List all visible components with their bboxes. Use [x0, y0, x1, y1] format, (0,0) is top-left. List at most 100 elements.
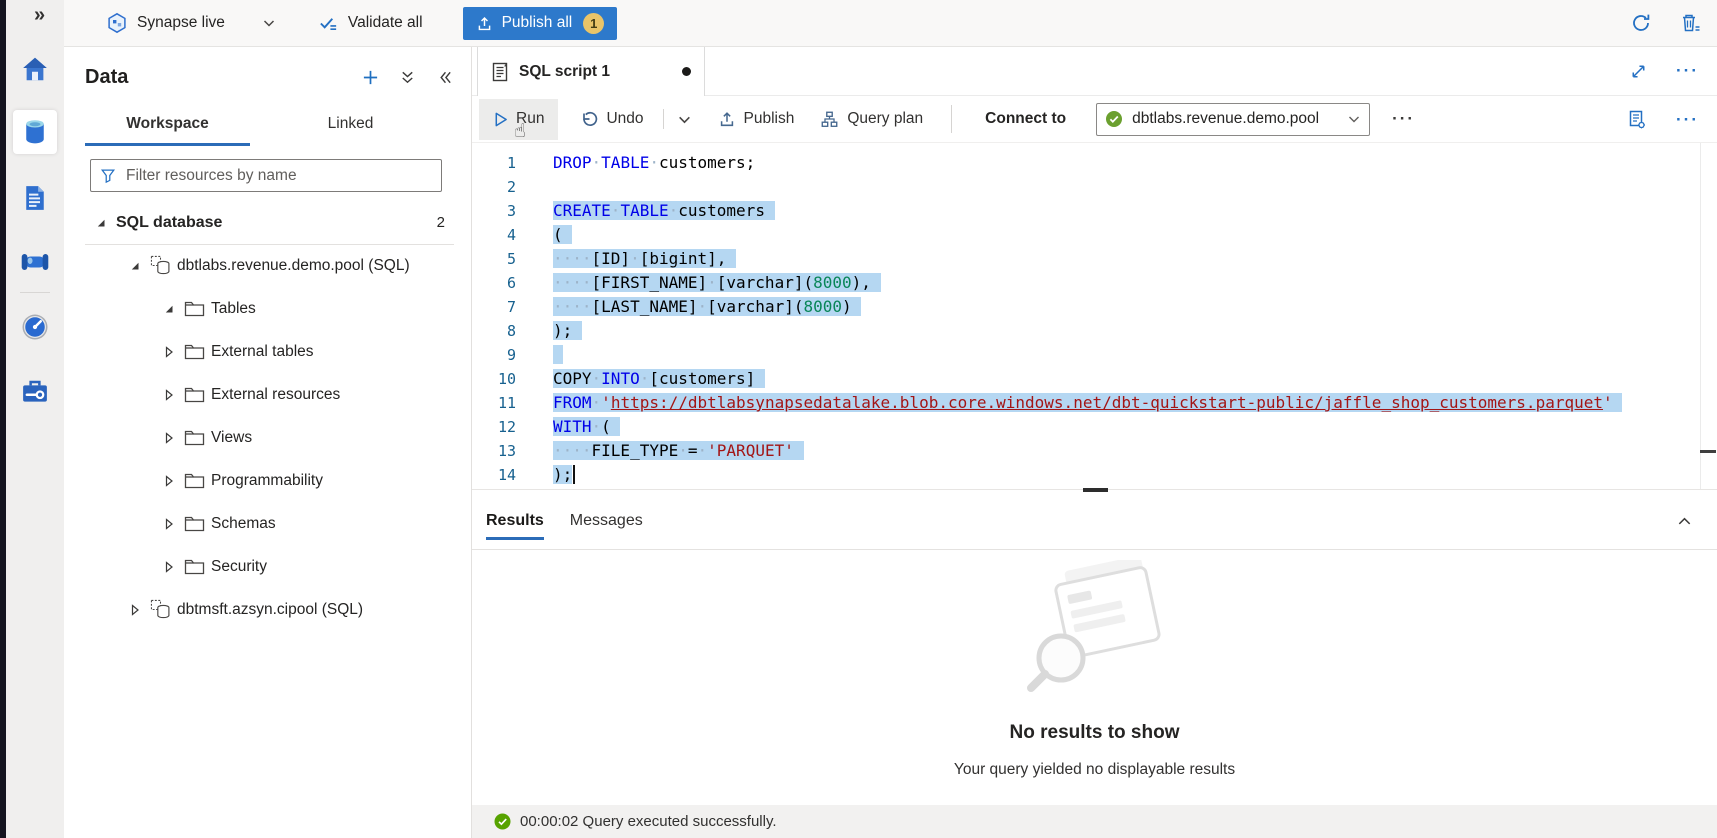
tab-bar-actions: ···: [1629, 46, 1699, 96]
code-line-7[interactable]: 7····[LAST_NAME]·[varchar](8000): [472, 295, 1717, 319]
nav-manage[interactable]: [13, 369, 57, 413]
editor-scrollbar-track[interactable]: [1700, 143, 1701, 489]
line-number: 1: [472, 151, 516, 175]
nav-integrate[interactable]: [13, 240, 57, 284]
tab-workspace[interactable]: Workspace: [85, 105, 250, 146]
refresh-icon[interactable]: [1630, 12, 1652, 34]
tree-item-external-resources[interactable]: External resources: [64, 373, 471, 416]
query-plan-icon: [820, 110, 839, 129]
tree-item-schemas[interactable]: Schemas: [64, 502, 471, 545]
tree-item-tables[interactable]: Tables: [64, 287, 471, 330]
publish-all-label: Publish all: [502, 14, 573, 32]
selection-highlight: ····[FIRST_NAME]·[varchar](8000),: [553, 273, 881, 292]
mode-switcher[interactable]: Synapse live: [106, 12, 276, 34]
query-settings-icon[interactable]: [1626, 109, 1648, 131]
tree-item-views[interactable]: Views: [64, 416, 471, 459]
run-options-chevron[interactable]: [671, 99, 698, 140]
chevron-collapsed-icon[interactable]: [163, 389, 175, 401]
home-icon: [20, 54, 50, 84]
chevron-collapsed-icon[interactable]: [163, 346, 175, 358]
code-line-2[interactable]: 2: [472, 175, 1717, 199]
editor-more-actions-icon[interactable]: ···: [1676, 110, 1699, 130]
tab-messages[interactable]: Messages: [570, 493, 643, 550]
tree-item-security[interactable]: Security: [64, 545, 471, 588]
splitter-handle[interactable]: [1083, 488, 1108, 492]
tree-item-label: Views: [211, 429, 252, 447]
topbar-right-actions: [1630, 12, 1701, 34]
nav-develop[interactable]: [13, 176, 57, 220]
nav-home[interactable]: [13, 47, 57, 91]
code-text: ····[FIRST_NAME]·[varchar](8000),: [553, 271, 881, 295]
code-line-14[interactable]: 14);: [472, 463, 1717, 487]
results-empty-state: No results to show Your query yielded no…: [472, 550, 1717, 805]
publish-all-button[interactable]: Publish all 1: [463, 7, 618, 40]
collapse-results-chevron-icon[interactable]: [1676, 513, 1693, 530]
chevron-collapsed-icon[interactable]: [163, 518, 175, 530]
sql-pool-icon: [150, 255, 171, 276]
code-line-1[interactable]: 1DROP·TABLE·customers;: [472, 151, 1717, 175]
more-actions-icon[interactable]: ···: [1676, 61, 1699, 81]
tree-item-label: dbtlabs.revenue.demo.pool (SQL): [177, 257, 410, 275]
tree-item-dbtmsft-azsyn-cipool-sql[interactable]: dbtmsft.azsyn.cipool (SQL): [64, 588, 471, 631]
tab-results[interactable]: Results: [486, 493, 544, 550]
synapse-live-icon: [106, 12, 128, 34]
resource-filter-input[interactable]: [124, 166, 432, 186]
editor-tab-bar: SQL script 1 ···: [472, 46, 1717, 96]
expand-sidebar-button[interactable]: »: [34, 4, 45, 27]
chevron-expanded-icon[interactable]: [163, 303, 175, 315]
play-icon: [493, 111, 508, 128]
tree-item-label: dbtmsft.azsyn.cipool (SQL): [177, 601, 363, 619]
tree-item-programmability[interactable]: Programmability: [64, 459, 471, 502]
code-line-13[interactable]: 13····FILE_TYPE·=·'PARQUET': [472, 439, 1717, 463]
chevron-collapsed-icon[interactable]: [129, 604, 141, 616]
code-text: );: [553, 463, 575, 487]
pool-name: dbtlabs.revenue.demo.pool: [1132, 110, 1319, 128]
chevron-down-icon: [1347, 112, 1361, 126]
code-line-4[interactable]: 4(: [472, 223, 1717, 247]
tab-linked[interactable]: Linked: [268, 105, 433, 143]
tree-item-dbtlabs-revenue-demo-pool-sql[interactable]: dbtlabs.revenue.demo.pool (SQL): [64, 244, 471, 287]
tree-item-label: Programmability: [211, 472, 323, 490]
discard-all-icon[interactable]: [1680, 12, 1701, 34]
code-line-11[interactable]: 11FROM·'https://dbtlabsynapsedatalake.bl…: [472, 391, 1717, 415]
nav-monitor[interactable]: [13, 305, 57, 349]
tree-item-label: External tables: [211, 343, 314, 361]
tree-item-external-tables[interactable]: External tables: [64, 330, 471, 373]
undo-button[interactable]: Undo: [568, 99, 655, 140]
validate-all-button[interactable]: Validate all: [318, 13, 423, 34]
editor-scrollbar-thumb[interactable]: [1700, 450, 1716, 453]
add-resource-icon[interactable]: [362, 69, 379, 86]
connect-pool-dropdown[interactable]: dbtlabs.revenue.demo.pool: [1096, 103, 1370, 136]
code-line-6[interactable]: 6····[FIRST_NAME]·[varchar](8000),: [472, 271, 1717, 295]
code-line-12[interactable]: 12WITH·(: [472, 415, 1717, 439]
code-text: ····[ID]·[bigint],: [553, 247, 736, 271]
document-icon: [21, 183, 49, 213]
publish-button[interactable]: Publish: [706, 99, 807, 140]
chevron-expanded-icon[interactable]: [95, 217, 107, 229]
double-chevron-down-icon[interactable]: [399, 69, 416, 86]
code-line-9[interactable]: 9: [472, 343, 1717, 367]
code-line-3[interactable]: 3CREATE·TABLE·customers: [472, 199, 1717, 223]
toolbar-overflow-icon[interactable]: ···: [1392, 109, 1415, 129]
chevron-collapsed-icon[interactable]: [163, 561, 175, 573]
tab-sql-script-1[interactable]: SQL script 1: [477, 46, 705, 96]
undo-icon: [580, 110, 598, 128]
line-number: 12: [472, 415, 516, 439]
chevron-expanded-icon[interactable]: [129, 260, 141, 272]
query-plan-button[interactable]: Query plan: [808, 99, 935, 140]
resource-filter-box: [90, 159, 442, 192]
expand-editor-icon[interactable]: [1629, 62, 1648, 81]
chevron-collapsed-icon[interactable]: [163, 432, 175, 444]
code-line-8[interactable]: 8);: [472, 319, 1717, 343]
code-line-10[interactable]: 10COPY·INTO·[customers]: [472, 367, 1717, 391]
tree-item-sql-database[interactable]: SQL database2: [64, 201, 471, 244]
code-line-5[interactable]: 5····[ID]·[bigint],: [472, 247, 1717, 271]
code-editor[interactable]: 1DROP·TABLE·customers;23CREATE·TABLE·cus…: [472, 143, 1717, 489]
code-text: );: [553, 319, 582, 343]
collapse-panel-icon[interactable]: [436, 69, 453, 86]
code-text: [553, 343, 563, 367]
chevron-collapsed-icon[interactable]: [163, 475, 175, 487]
nav-data[interactable]: [13, 110, 57, 154]
editor-toolbar: Run Undo Publish: [472, 96, 1717, 143]
line-number: 14: [472, 463, 516, 487]
